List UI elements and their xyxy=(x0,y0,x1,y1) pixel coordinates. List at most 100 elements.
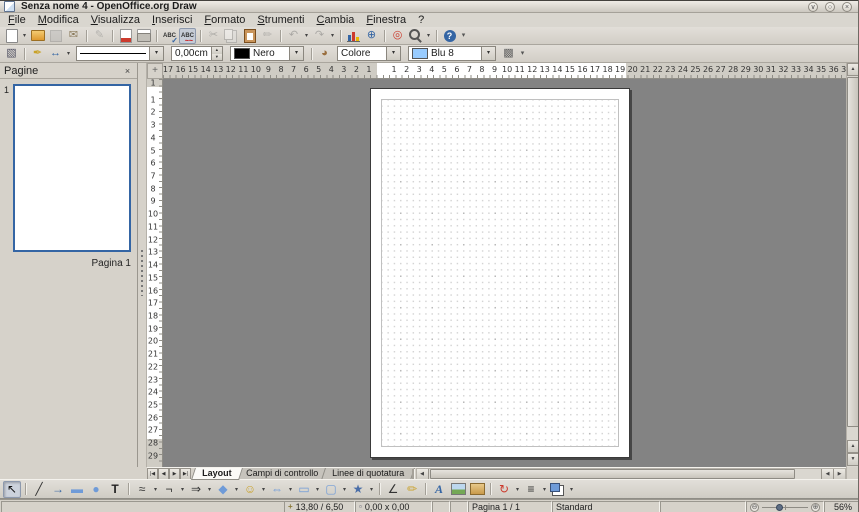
minimize-button[interactable]: ∨ xyxy=(808,2,818,12)
arrow-style-icon[interactable]: ↔ xyxy=(47,46,64,62)
zoom-in-button[interactable]: ⊕ xyxy=(811,503,820,512)
chart-icon[interactable] xyxy=(345,28,362,44)
horizontal-scroll-thumb[interactable] xyxy=(430,469,795,479)
drawing-page[interactable] xyxy=(370,88,630,458)
fill-style-select-dropdown-arrow[interactable]: ▾ xyxy=(386,47,400,60)
cut-icon[interactable]: ✂ xyxy=(205,28,222,44)
line-width-input-spinner[interactable]: ▲▼ xyxy=(211,47,222,60)
line-dialog-icon[interactable]: ✒ xyxy=(29,46,46,62)
format-paintbrush-icon[interactable]: ✏ xyxy=(259,28,276,44)
stars-dropdown[interactable]: ▾ xyxy=(368,486,375,493)
arrange-icon[interactable] xyxy=(549,481,567,498)
title-bar[interactable]: Senza nome 4 - OpenOffice.org Draw ∨ ○ × xyxy=(0,0,858,13)
symbol-shapes-icon[interactable]: ☺ xyxy=(241,481,259,498)
fill-color-select[interactable]: Blu 8▾ xyxy=(408,46,496,61)
autospellcheck-icon[interactable] xyxy=(179,28,196,44)
menu-item-cambia[interactable]: Cambia xyxy=(310,13,360,27)
arrange-dropdown[interactable]: ▾ xyxy=(568,486,575,493)
connector-tool-dropdown[interactable]: ▾ xyxy=(179,486,186,493)
spellcheck-icon[interactable] xyxy=(161,28,178,44)
shadow-icon[interactable]: ▩ xyxy=(500,46,517,62)
line-style-select[interactable]: ▾ xyxy=(76,46,164,61)
ellipse-tool-icon[interactable]: ● xyxy=(87,481,105,498)
toolbar-options-icon[interactable]: ▾ xyxy=(459,28,468,44)
menu-item-finestra[interactable]: Finestra xyxy=(360,13,412,27)
drawing-canvas[interactable] xyxy=(163,79,846,467)
menu-item-strumenti[interactable]: Strumenti xyxy=(251,13,310,27)
zoom-icon[interactable] xyxy=(407,28,424,44)
zoom-out-button[interactable]: ⊖ xyxy=(750,503,759,512)
fill-color-select-dropdown-arrow[interactable]: ▾ xyxy=(481,47,495,60)
arrow-style-dropdown[interactable]: ▾ xyxy=(65,50,72,57)
vertical-scroll-thumb[interactable] xyxy=(847,77,859,427)
hyperlink-icon[interactable]: ⊕ xyxy=(363,28,380,44)
stars-icon[interactable]: ★ xyxy=(349,481,367,498)
line-tool-icon[interactable]: ╱ xyxy=(30,481,48,498)
styles-window-icon[interactable]: ▧ xyxy=(3,46,20,62)
email-document-icon[interactable]: ✉ xyxy=(65,28,82,44)
line-width-input[interactable]: 0,00cm▲▼ xyxy=(171,46,223,61)
tab-layout[interactable]: Layout xyxy=(191,468,242,480)
export-pdf-icon[interactable] xyxy=(117,28,134,44)
help-icon[interactable] xyxy=(441,28,458,44)
vertical-ruler[interactable]: 1123456789101112131415161718192021222324… xyxy=(147,79,163,467)
flowchart-icon[interactable]: ▭ xyxy=(295,481,313,498)
navigator-icon[interactable]: ◎ xyxy=(389,28,406,44)
rotate-icon[interactable]: ↻ xyxy=(495,481,513,498)
line-color-select-dropdown-arrow[interactable]: ▾ xyxy=(289,47,303,60)
fill-style-select[interactable]: Colore▾ xyxy=(337,46,401,61)
menu-item-formato[interactable]: Formato xyxy=(198,13,251,27)
glue-points-icon[interactable]: ✏ xyxy=(403,481,421,498)
scroll-right-button[interactable]: ▶ xyxy=(833,469,845,479)
align-icon[interactable]: ≡ xyxy=(522,481,540,498)
zoom-slider[interactable] xyxy=(762,503,808,512)
maximize-button[interactable]: ○ xyxy=(825,2,835,12)
edit-file-icon[interactable]: ✎ xyxy=(91,28,108,44)
new-document-dropdown[interactable]: ▾ xyxy=(21,32,28,39)
connector-tool-icon[interactable]: ¬ xyxy=(160,481,178,498)
redo-dropdown[interactable]: ▾ xyxy=(329,32,336,39)
callouts-dropdown[interactable]: ▾ xyxy=(341,486,348,493)
menu-item-file[interactable]: File xyxy=(2,13,32,27)
horizontal-scroll-track[interactable] xyxy=(429,469,821,479)
area-dialog-icon[interactable]: ◕ xyxy=(316,46,333,62)
menu-item-visualizza[interactable]: Visualizza xyxy=(85,13,146,27)
block-arrows-dropdown[interactable]: ▾ xyxy=(287,486,294,493)
edit-points-icon[interactable]: ∠ xyxy=(384,481,402,498)
lines-arrows-icon[interactable]: ⇒ xyxy=(187,481,205,498)
status-cell-style[interactable]: Standard xyxy=(552,501,660,512)
fontwork-icon[interactable] xyxy=(430,481,448,498)
undo-dropdown[interactable]: ▾ xyxy=(303,32,310,39)
scroll-up-button-bottom[interactable]: ▲ xyxy=(847,440,859,453)
toolbar-options-icon[interactable]: ▾ xyxy=(518,46,527,62)
scroll-down-button[interactable]: ▼ xyxy=(847,453,859,466)
line-color-select[interactable]: Nero▾ xyxy=(230,46,304,61)
status-cell-zoom-percent[interactable]: 56% xyxy=(824,501,859,512)
page-thumbnail[interactable] xyxy=(13,84,131,252)
menu-item-modifica[interactable]: Modifica xyxy=(32,13,85,27)
rectangle-tool-icon[interactable]: ▬ xyxy=(68,481,86,498)
panel-splitter[interactable] xyxy=(138,63,147,467)
arrow-tool-icon[interactable]: → xyxy=(49,481,67,498)
align-dropdown[interactable]: ▾ xyxy=(541,486,548,493)
text-tool-icon[interactable]: T xyxy=(106,481,124,498)
insert-picture-icon[interactable] xyxy=(449,481,467,498)
horizontal-ruler[interactable]: 1716151413121110987654321123456789101112… xyxy=(163,63,846,79)
lines-arrows-dropdown[interactable]: ▾ xyxy=(206,486,213,493)
block-arrows-icon[interactable]: ⇔ xyxy=(268,481,286,498)
save-icon[interactable] xyxy=(47,28,64,44)
undo-icon[interactable]: ↶ xyxy=(285,28,302,44)
curve-tool-dropdown[interactable]: ▾ xyxy=(152,486,159,493)
scroll-left-button-right[interactable]: ◀ xyxy=(821,469,833,479)
vertical-scrollbar[interactable]: ▲ ▲ ▼ xyxy=(846,63,859,467)
zoom-dropdown[interactable]: ▾ xyxy=(425,32,432,39)
redo-icon[interactable]: ↷ xyxy=(311,28,328,44)
new-document-icon[interactable] xyxy=(3,28,20,44)
pages-panel-close-icon[interactable]: × xyxy=(122,66,133,76)
scroll-up-button[interactable]: ▲ xyxy=(847,63,859,76)
symbol-shapes-dropdown[interactable]: ▾ xyxy=(260,486,267,493)
basic-shapes-icon[interactable]: ◆ xyxy=(214,481,232,498)
menu-item-inserisci[interactable]: Inserisci xyxy=(146,13,198,27)
line-style-select-dropdown-arrow[interactable]: ▾ xyxy=(149,47,163,60)
basic-shapes-dropdown[interactable]: ▾ xyxy=(233,486,240,493)
